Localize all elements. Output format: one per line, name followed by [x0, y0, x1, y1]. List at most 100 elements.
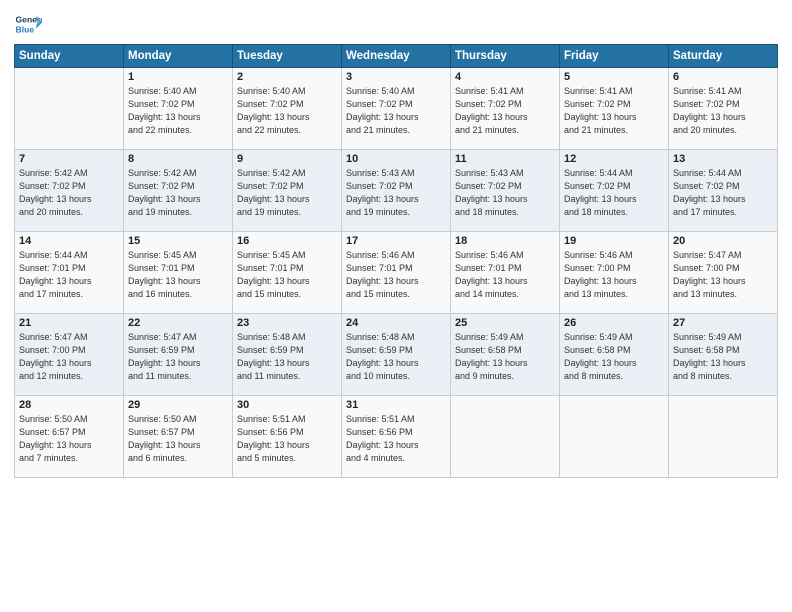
day-number: 2 — [237, 71, 337, 83]
calendar-cell: 21 Sunrise: 5:47 AM Sunset: 7:00 PM Dayli… — [15, 314, 124, 396]
calendar-cell: 10 Sunrise: 5:43 AM Sunset: 7:02 PM Dayli… — [342, 150, 451, 232]
day-number: 8 — [128, 153, 228, 165]
day-detail: Sunrise: 5:43 AM Sunset: 7:02 PM Dayligh… — [455, 167, 555, 219]
day-detail: Sunrise: 5:40 AM Sunset: 7:02 PM Dayligh… — [346, 85, 446, 137]
day-number: 13 — [673, 153, 773, 165]
day-number: 7 — [19, 153, 119, 165]
calendar-header-row: SundayMondayTuesdayWednesdayThursdayFrid… — [15, 45, 778, 68]
day-number: 10 — [346, 153, 446, 165]
day-detail: Sunrise: 5:40 AM Sunset: 7:02 PM Dayligh… — [237, 85, 337, 137]
day-detail: Sunrise: 5:47 AM Sunset: 7:00 PM Dayligh… — [19, 331, 119, 383]
header: General Blue — [14, 10, 778, 38]
day-detail: Sunrise: 5:48 AM Sunset: 6:59 PM Dayligh… — [346, 331, 446, 383]
day-detail: Sunrise: 5:48 AM Sunset: 6:59 PM Dayligh… — [237, 331, 337, 383]
column-header-thursday: Thursday — [451, 45, 560, 68]
calendar-cell: 16Sunrise: 5:45 AM Sunset: 7:01 PM Dayli… — [233, 232, 342, 314]
day-number: 16 — [237, 235, 337, 247]
day-detail: Sunrise: 5:41 AM Sunset: 7:02 PM Dayligh… — [455, 85, 555, 137]
day-number: 17 — [346, 235, 446, 247]
day-detail: Sunrise: 5:51 AM Sunset: 6:56 PM Dayligh… — [237, 413, 337, 465]
calendar-cell: 15 Sunrise: 5:45 AM Sunset: 7:01 PM Dayli… — [124, 232, 233, 314]
column-header-friday: Friday — [560, 45, 669, 68]
calendar-cell: 12Sunrise: 5:44 AM Sunset: 7:02 PM Dayli… — [560, 150, 669, 232]
calendar-cell: 25 Sunrise: 5:49 AM Sunset: 6:58 PM Dayli… — [451, 314, 560, 396]
day-number: 30 — [237, 399, 337, 411]
day-number: 31 — [346, 399, 446, 411]
day-number: 29 — [128, 399, 228, 411]
day-detail: Sunrise: 5:40 AM Sunset: 7:02 PM Dayligh… — [128, 85, 228, 137]
calendar-cell: 14Sunrise: 5:44 AM Sunset: 7:01 PM Dayli… — [15, 232, 124, 314]
calendar-cell: 17 Sunrise: 5:46 AM Sunset: 7:01 PM Dayli… — [342, 232, 451, 314]
day-number: 14 — [19, 235, 119, 247]
calendar-cell — [560, 396, 669, 478]
logo-icon: General Blue — [14, 10, 42, 38]
column-header-saturday: Saturday — [669, 45, 778, 68]
calendar-body: 1 Sunrise: 5:40 AM Sunset: 7:02 PM Daylig… — [15, 68, 778, 478]
calendar-cell: 8 Sunrise: 5:42 AM Sunset: 7:02 PM Daylig… — [124, 150, 233, 232]
column-header-monday: Monday — [124, 45, 233, 68]
calendar-week-row: 7 Sunrise: 5:42 AM Sunset: 7:02 PM Daylig… — [15, 150, 778, 232]
calendar-cell — [15, 68, 124, 150]
day-detail: Sunrise: 5:49 AM Sunset: 6:58 PM Dayligh… — [455, 331, 555, 383]
day-detail: Sunrise: 5:50 AM Sunset: 6:57 PM Dayligh… — [19, 413, 119, 465]
day-number: 15 — [128, 235, 228, 247]
day-detail: Sunrise: 5:44 AM Sunset: 7:02 PM Dayligh… — [673, 167, 773, 219]
calendar-cell: 24Sunrise: 5:48 AM Sunset: 6:59 PM Dayli… — [342, 314, 451, 396]
calendar-cell: 11Sunrise: 5:43 AM Sunset: 7:02 PM Dayli… — [451, 150, 560, 232]
day-detail: Sunrise: 5:46 AM Sunset: 7:01 PM Dayligh… — [455, 249, 555, 301]
calendar-week-row: 1 Sunrise: 5:40 AM Sunset: 7:02 PM Daylig… — [15, 68, 778, 150]
day-number: 9 — [237, 153, 337, 165]
day-detail: Sunrise: 5:49 AM Sunset: 6:58 PM Dayligh… — [564, 331, 664, 383]
day-detail: Sunrise: 5:50 AM Sunset: 6:57 PM Dayligh… — [128, 413, 228, 465]
day-detail: Sunrise: 5:43 AM Sunset: 7:02 PM Dayligh… — [346, 167, 446, 219]
calendar-cell: 23 Sunrise: 5:48 AM Sunset: 6:59 PM Dayli… — [233, 314, 342, 396]
calendar-cell: 28 Sunrise: 5:50 AM Sunset: 6:57 PM Dayli… — [15, 396, 124, 478]
day-number: 28 — [19, 399, 119, 411]
day-detail: Sunrise: 5:46 AM Sunset: 7:01 PM Dayligh… — [346, 249, 446, 301]
day-detail: Sunrise: 5:41 AM Sunset: 7:02 PM Dayligh… — [673, 85, 773, 137]
day-number: 26 — [564, 317, 664, 329]
day-number: 21 — [19, 317, 119, 329]
logo: General Blue — [14, 10, 42, 38]
calendar-cell — [451, 396, 560, 478]
calendar-cell: 22 Sunrise: 5:47 AM Sunset: 6:59 PM Dayli… — [124, 314, 233, 396]
column-header-tuesday: Tuesday — [233, 45, 342, 68]
calendar-cell: 20 Sunrise: 5:47 AM Sunset: 7:00 PM Dayli… — [669, 232, 778, 314]
calendar-cell: 3 Sunrise: 5:40 AM Sunset: 7:02 PM Daylig… — [342, 68, 451, 150]
calendar-cell: 27Sunrise: 5:49 AM Sunset: 6:58 PM Dayli… — [669, 314, 778, 396]
calendar-cell: 7Sunrise: 5:42 AM Sunset: 7:02 PM Daylig… — [15, 150, 124, 232]
calendar-cell — [669, 396, 778, 478]
calendar-cell: 30 Sunrise: 5:51 AM Sunset: 6:56 PM Dayli… — [233, 396, 342, 478]
calendar-cell: 29 Sunrise: 5:50 AM Sunset: 6:57 PM Dayli… — [124, 396, 233, 478]
calendar-cell: 18Sunrise: 5:46 AM Sunset: 7:01 PM Dayli… — [451, 232, 560, 314]
calendar-cell: 6Sunrise: 5:41 AM Sunset: 7:02 PM Daylig… — [669, 68, 778, 150]
calendar-cell: 31 Sunrise: 5:51 AM Sunset: 6:56 PM Dayli… — [342, 396, 451, 478]
calendar-cell: 13 Sunrise: 5:44 AM Sunset: 7:02 PM Dayli… — [669, 150, 778, 232]
page-container: General Blue SundayMondayTuesdayWednesda… — [0, 0, 792, 484]
day-number: 12 — [564, 153, 664, 165]
day-number: 1 — [128, 71, 228, 83]
day-detail: Sunrise: 5:47 AM Sunset: 6:59 PM Dayligh… — [128, 331, 228, 383]
calendar-cell: 1 Sunrise: 5:40 AM Sunset: 7:02 PM Daylig… — [124, 68, 233, 150]
calendar-table: SundayMondayTuesdayWednesdayThursdayFrid… — [14, 44, 778, 478]
day-detail: Sunrise: 5:45 AM Sunset: 7:01 PM Dayligh… — [128, 249, 228, 301]
day-detail: Sunrise: 5:46 AM Sunset: 7:00 PM Dayligh… — [564, 249, 664, 301]
day-number: 23 — [237, 317, 337, 329]
day-number: 27 — [673, 317, 773, 329]
day-detail: Sunrise: 5:51 AM Sunset: 6:56 PM Dayligh… — [346, 413, 446, 465]
calendar-cell: 4Sunrise: 5:41 AM Sunset: 7:02 PM Daylig… — [451, 68, 560, 150]
day-number: 20 — [673, 235, 773, 247]
calendar-week-row: 28 Sunrise: 5:50 AM Sunset: 6:57 PM Dayli… — [15, 396, 778, 478]
day-detail: Sunrise: 5:47 AM Sunset: 7:00 PM Dayligh… — [673, 249, 773, 301]
calendar-cell: 26 Sunrise: 5:49 AM Sunset: 6:58 PM Dayli… — [560, 314, 669, 396]
calendar-cell: 9Sunrise: 5:42 AM Sunset: 7:02 PM Daylig… — [233, 150, 342, 232]
day-detail: Sunrise: 5:41 AM Sunset: 7:02 PM Dayligh… — [564, 85, 664, 137]
day-number: 25 — [455, 317, 555, 329]
day-number: 22 — [128, 317, 228, 329]
day-number: 3 — [346, 71, 446, 83]
calendar-week-row: 21 Sunrise: 5:47 AM Sunset: 7:00 PM Dayli… — [15, 314, 778, 396]
day-detail: Sunrise: 5:42 AM Sunset: 7:02 PM Dayligh… — [128, 167, 228, 219]
svg-text:Blue: Blue — [16, 25, 35, 35]
calendar-cell: 2 Sunrise: 5:40 AM Sunset: 7:02 PM Daylig… — [233, 68, 342, 150]
calendar-week-row: 14Sunrise: 5:44 AM Sunset: 7:01 PM Dayli… — [15, 232, 778, 314]
